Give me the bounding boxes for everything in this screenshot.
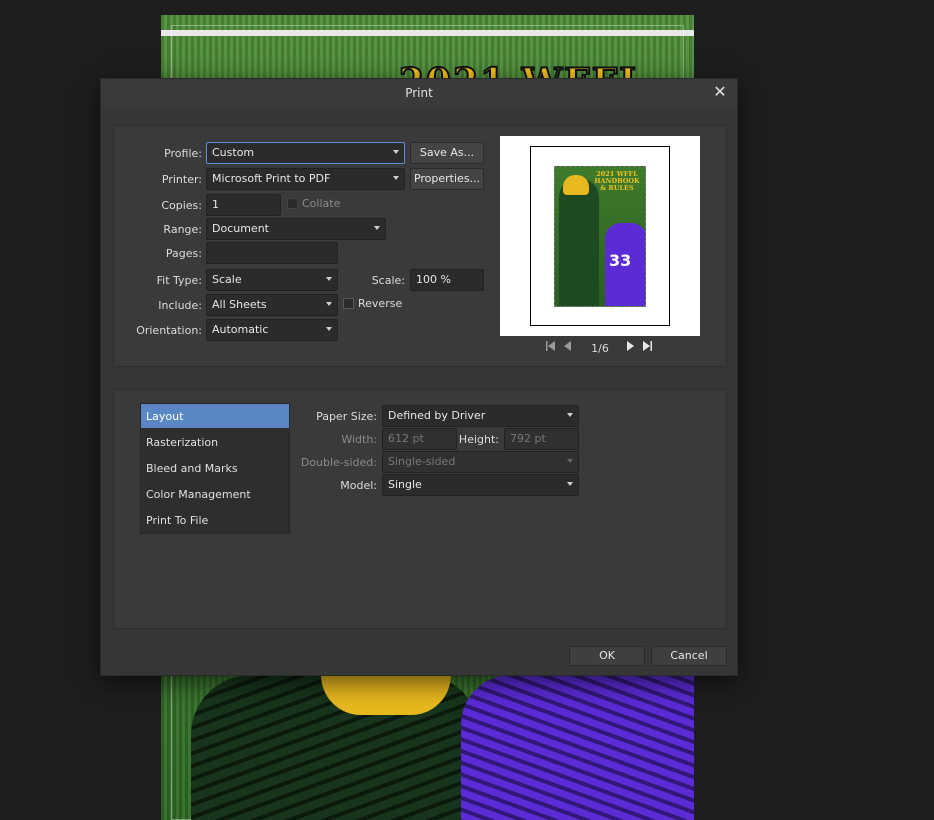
pages-input[interactable] (206, 242, 338, 264)
reverse-checkbox[interactable] (343, 298, 354, 309)
dialog-title: Print (405, 86, 433, 100)
chevron-down-icon (393, 176, 399, 180)
model-label: Model: (340, 479, 377, 492)
category-layout[interactable]: Layout (141, 404, 289, 428)
chevron-down-icon (567, 482, 573, 486)
preview-page: 33 2021 WFFL HANDBOOK & RULES (530, 146, 670, 326)
preview-pager: 1/6 (500, 338, 700, 356)
width-input[interactable]: 612 pt (382, 428, 457, 450)
print-settings-panel: Profile: Custom Save As... Printer: Micr… (113, 125, 727, 367)
print-dialog: Print ✕ Profile: Custom Save As... Print… (100, 78, 738, 676)
chevron-down-icon (393, 150, 399, 154)
chevron-down-icon (567, 459, 573, 463)
player-gold-helmet (321, 675, 451, 715)
orientation-dropdown[interactable]: Automatic (206, 319, 338, 341)
player-purple-jersey (461, 675, 694, 820)
range-dropdown[interactable]: Document (206, 218, 386, 240)
scale-input[interactable]: 100 % (410, 269, 484, 291)
properties-button[interactable]: Properties... (410, 168, 484, 190)
height-label: Height: (458, 433, 499, 446)
paper-size-dropdown[interactable]: Defined by Driver (382, 405, 579, 427)
preview-helmet (563, 175, 589, 195)
printer-value: Microsoft Print to PDF (212, 172, 331, 185)
collate-checkbox[interactable] (287, 198, 298, 209)
page-indicator: 1/6 (591, 342, 609, 355)
double-sided-label: Double-sided: (300, 456, 377, 469)
preview-green-player (559, 179, 599, 306)
include-dropdown[interactable]: All Sheets (206, 294, 338, 316)
category-bleed-and-marks[interactable]: Bleed and Marks (141, 456, 289, 480)
fit-type-value: Scale (212, 273, 242, 286)
scale-label: Scale: (371, 274, 405, 287)
cancel-button[interactable]: Cancel (651, 646, 727, 666)
profile-label: Profile: (164, 147, 202, 160)
save-as-button[interactable]: Save As... (410, 142, 484, 164)
preview-title-text: 2021 WFFL HANDBOOK & RULES (594, 170, 640, 192)
collate-label: Collate (302, 197, 341, 210)
orientation-label: Orientation: (136, 324, 202, 337)
fit-type-dropdown[interactable]: Scale (206, 269, 338, 291)
chevron-down-icon (374, 226, 380, 230)
settings-category-list: Layout Rasterization Bleed and Marks Col… (140, 403, 290, 534)
preview-thumbnail: 33 2021 WFFL HANDBOOK & RULES (554, 166, 646, 307)
copies-label: Copies: (161, 199, 202, 212)
profile-dropdown[interactable]: Custom (206, 142, 405, 164)
chevron-down-icon (567, 413, 573, 417)
category-print-to-file[interactable]: Print To File (141, 508, 289, 532)
copies-input[interactable]: 1 (206, 194, 281, 216)
next-page-icon[interactable] (624, 340, 636, 352)
double-sided-dropdown[interactable]: Single-sided (382, 451, 579, 473)
chevron-down-icon (326, 302, 332, 306)
include-label: Include: (158, 299, 202, 312)
include-value: All Sheets (212, 298, 267, 311)
print-preview: 33 2021 WFFL HANDBOOK & RULES (500, 136, 700, 336)
printer-dropdown[interactable]: Microsoft Print to PDF (206, 168, 405, 190)
category-rasterization[interactable]: Rasterization (141, 430, 289, 454)
paper-size-value: Defined by Driver (388, 409, 486, 422)
last-page-icon[interactable] (641, 340, 653, 352)
printer-label: Printer: (161, 173, 202, 186)
width-label: Width: (341, 433, 377, 446)
chevron-down-icon (326, 327, 332, 331)
orientation-value: Automatic (212, 323, 269, 336)
height-input[interactable]: 792 pt (504, 428, 579, 450)
pages-label: Pages: (165, 247, 202, 260)
paper-size-label: Paper Size: (316, 410, 377, 423)
profile-value: Custom (212, 146, 255, 159)
range-value: Document (212, 222, 269, 235)
fit-type-label: Fit Type: (156, 274, 202, 287)
chevron-down-icon (326, 277, 332, 281)
model-value: Single (388, 478, 422, 491)
ok-button[interactable]: OK (569, 646, 645, 666)
category-color-management[interactable]: Color Management (141, 482, 289, 506)
double-sided-value: Single-sided (388, 455, 456, 468)
range-label: Range: (163, 223, 202, 236)
advanced-settings-panel: Layout Rasterization Bleed and Marks Col… (113, 389, 727, 629)
dialog-titlebar[interactable]: Print ✕ (101, 79, 737, 107)
model-dropdown[interactable]: Single (382, 474, 579, 496)
preview-jersey-number: 33 (609, 251, 632, 270)
reverse-label: Reverse (358, 297, 403, 310)
close-icon[interactable]: ✕ (711, 83, 729, 101)
